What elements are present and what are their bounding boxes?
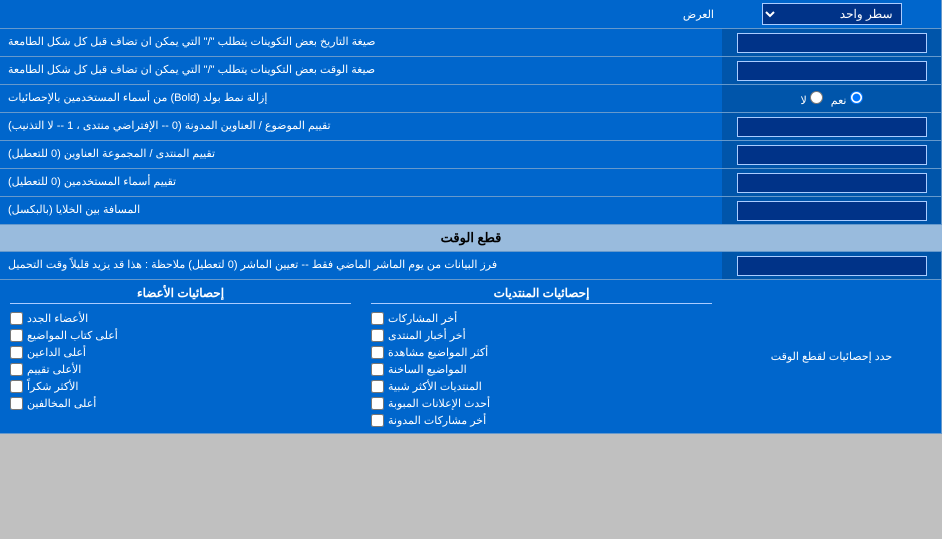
display-select[interactable]: سطر واحد سطرين ثلاثة أسطر bbox=[762, 3, 902, 25]
bold-stats-row: نعم لا إزالة نمط بولد (Bold) من أسماء ال… bbox=[0, 85, 942, 113]
bold-yes-label: نعم bbox=[831, 91, 863, 107]
bold-stats-radio-container: نعم لا bbox=[722, 85, 942, 112]
cb-label-col1-5: أحدث الإعلانات المبوبة bbox=[388, 397, 490, 410]
cb-item-col1-2: أكثر المواضيع مشاهدة bbox=[371, 346, 712, 359]
cb-label-col1-3: المواضيع الساخنة bbox=[388, 363, 467, 376]
cb-label-col2-1: أعلى كتاب المواضيع bbox=[27, 329, 118, 342]
cb-col1-3[interactable] bbox=[371, 363, 384, 376]
cb-col1-6[interactable] bbox=[371, 414, 384, 427]
time-format-row: H:i صيغة الوقت بعض التكوينات يتطلب "/" ا… bbox=[0, 57, 942, 85]
cb-item-col2-0: الأعضاء الجدد bbox=[10, 312, 351, 325]
topic-address-row: 33 تقييم الموضوع / العناوين المدونة (0 -… bbox=[0, 113, 942, 141]
checkboxes-section-label: حدد إحصائيات لقطع الوقت bbox=[722, 280, 942, 433]
bold-stats-label: إزالة نمط بولد (Bold) من أسماء المستخدمي… bbox=[0, 85, 722, 112]
cb-col1-5[interactable] bbox=[371, 397, 384, 410]
display-label: العرض bbox=[0, 4, 722, 25]
cb-col1-4[interactable] bbox=[371, 380, 384, 393]
cb-item-col1-1: أخر أخبار المنتدى bbox=[371, 329, 712, 342]
cb-label-col2-5: أعلى المخالفين bbox=[27, 397, 96, 410]
cb-label-col1-0: أخر المشاركات bbox=[388, 312, 457, 325]
cb-item-col1-4: المنتديات الأكثر شبية bbox=[371, 380, 712, 393]
cb-label-col1-6: أخر مشاركات المدونة bbox=[388, 414, 486, 427]
time-format-input[interactable]: H:i bbox=[737, 61, 927, 81]
topic-address-input-container: 33 bbox=[722, 113, 942, 140]
cb-col2-0[interactable] bbox=[10, 312, 23, 325]
time-cut-header: قطع الوقت bbox=[0, 225, 942, 252]
cb-item-col2-1: أعلى كتاب المواضيع bbox=[10, 329, 351, 342]
cb-label-col1-1: أخر أخبار المنتدى bbox=[388, 329, 466, 342]
cb-item-col2-3: الأعلى تقييم bbox=[10, 363, 351, 376]
user-names-row: 0 تقييم أسماء المستخدمين (0 للتعطيل) bbox=[0, 169, 942, 197]
cb-item-col2-4: الأكثر شكراً bbox=[10, 380, 351, 393]
date-format-row: d-m صيغة التاريخ بعض التكوينات يتطلب "/"… bbox=[0, 29, 942, 57]
cb-col1-1[interactable] bbox=[371, 329, 384, 342]
topic-address-input[interactable]: 33 bbox=[737, 117, 927, 137]
cb-item-col1-6: أخر مشاركات المدونة bbox=[371, 414, 712, 427]
display-select-container: سطر واحد سطرين ثلاثة أسطر bbox=[722, 0, 942, 28]
cb-label-col2-4: الأكثر شكراً bbox=[27, 380, 78, 393]
cb-label-col2-0: الأعضاء الجدد bbox=[27, 312, 88, 325]
date-format-label: صيغة التاريخ بعض التكوينات يتطلب "/" الت… bbox=[0, 29, 722, 56]
cell-spacing-input[interactable]: 2 bbox=[737, 201, 927, 221]
cb-item-col2-2: أعلى الداعين bbox=[10, 346, 351, 359]
date-format-input[interactable]: d-m bbox=[737, 33, 927, 53]
cb-label-col1-4: المنتديات الأكثر شبية bbox=[388, 380, 482, 393]
forum-address-input[interactable]: 33 bbox=[737, 145, 927, 165]
user-names-input[interactable]: 0 bbox=[737, 173, 927, 193]
cb-col2-1[interactable] bbox=[10, 329, 23, 342]
forum-address-row: 33 تقييم المنتدى / المجموعة العناوين (0 … bbox=[0, 141, 942, 169]
col1-forums: إحصائيات المنتديات أخر المشاركات أخر أخب… bbox=[371, 286, 712, 427]
cb-item-col1-5: أحدث الإعلانات المبوبة bbox=[371, 397, 712, 410]
cb-label-col1-2: أكثر المواضيع مشاهدة bbox=[388, 346, 488, 359]
cb-label-col2-3: الأعلى تقييم bbox=[27, 363, 81, 376]
cb-col1-0[interactable] bbox=[371, 312, 384, 325]
time-format-input-container: H:i bbox=[722, 57, 942, 84]
cell-spacing-input-container: 2 bbox=[722, 197, 942, 224]
time-cut-input[interactable]: 0 bbox=[737, 256, 927, 276]
time-cut-input-container: 0 bbox=[722, 252, 942, 279]
cell-spacing-row: 2 المسافة بين الخلايا (بالبكسل) bbox=[0, 197, 942, 225]
bold-no-label: لا bbox=[800, 91, 822, 107]
time-cut-row: 0 فرز البيانات من يوم الماشر الماضي فقط … bbox=[0, 252, 942, 280]
checkboxes-section: حدد إحصائيات لقطع الوقت إحصائيات المنتدي… bbox=[0, 280, 942, 434]
cb-col2-5[interactable] bbox=[10, 397, 23, 410]
bold-yes-radio[interactable] bbox=[850, 91, 863, 104]
checkboxes-columns: إحصائيات المنتديات أخر المشاركات أخر أخب… bbox=[0, 280, 722, 433]
cb-item-col2-5: أعلى المخالفين bbox=[10, 397, 351, 410]
forum-address-label: تقييم المنتدى / المجموعة العناوين (0 للت… bbox=[0, 141, 722, 168]
col2-header: إحصائيات الأعضاء bbox=[10, 286, 351, 304]
bold-no-radio[interactable] bbox=[810, 91, 823, 104]
date-format-input-container: d-m bbox=[722, 29, 942, 56]
col1-header: إحصائيات المنتديات bbox=[371, 286, 712, 304]
time-cut-label: فرز البيانات من يوم الماشر الماضي فقط --… bbox=[0, 252, 722, 279]
forum-address-input-container: 33 bbox=[722, 141, 942, 168]
time-format-label: صيغة الوقت بعض التكوينات يتطلب "/" التي … bbox=[0, 57, 722, 84]
cb-item-col1-3: المواضيع الساخنة bbox=[371, 363, 712, 376]
cb-col2-4[interactable] bbox=[10, 380, 23, 393]
user-names-label: تقييم أسماء المستخدمين (0 للتعطيل) bbox=[0, 169, 722, 196]
cell-spacing-label: المسافة بين الخلايا (بالبكسل) bbox=[0, 197, 722, 224]
topic-address-label: تقييم الموضوع / العناوين المدونة (0 -- ا… bbox=[0, 113, 722, 140]
cb-col2-3[interactable] bbox=[10, 363, 23, 376]
user-names-input-container: 0 bbox=[722, 169, 942, 196]
cb-label-col2-2: أعلى الداعين bbox=[27, 346, 86, 359]
col2-members: إحصائيات الأعضاء الأعضاء الجدد أعلى كتاب… bbox=[10, 286, 351, 427]
cb-col1-2[interactable] bbox=[371, 346, 384, 359]
cb-col2-2[interactable] bbox=[10, 346, 23, 359]
top-row: سطر واحد سطرين ثلاثة أسطر العرض bbox=[0, 0, 942, 29]
cb-item-col1-0: أخر المشاركات bbox=[371, 312, 712, 325]
